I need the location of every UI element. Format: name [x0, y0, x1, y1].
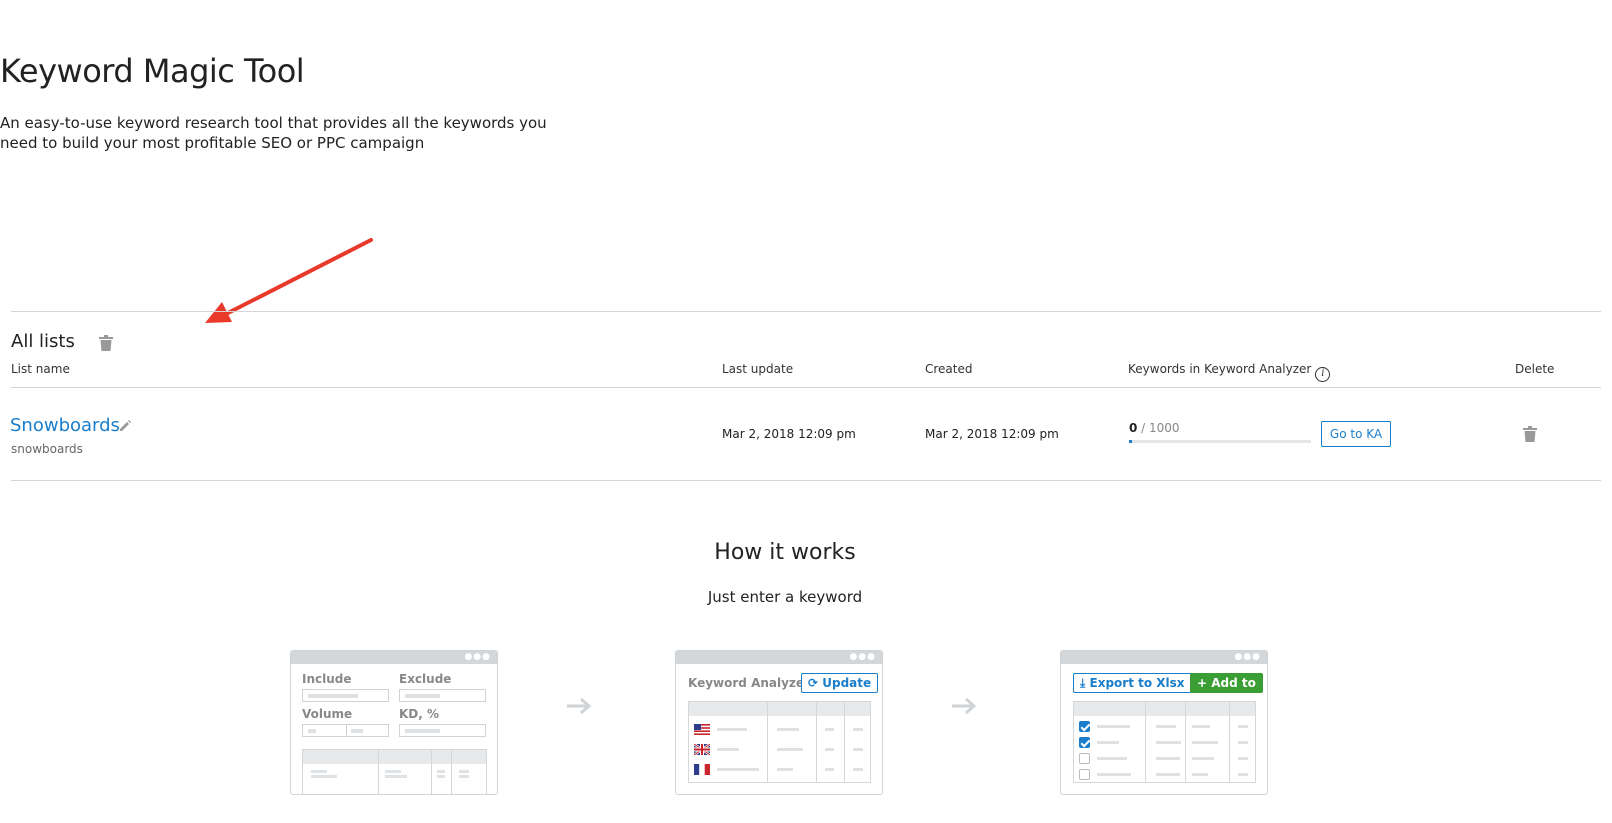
list-name-link[interactable]: Snowboards: [10, 415, 120, 436]
created-value: Mar 2, 2018 12:09 pm: [925, 427, 1059, 441]
lists-heading: All lists: [11, 331, 75, 352]
keyword-analyzer-label: Keyword Analyzer: [688, 676, 810, 690]
list-seed-keyword: snowboards: [11, 442, 83, 456]
how-it-works-subtitle: Just enter a keyword: [707, 588, 863, 606]
arrow-right-icon: [567, 697, 592, 715]
uk-flag-icon: [694, 744, 710, 755]
column-header-delete: Delete: [1515, 362, 1555, 376]
plus-icon: +: [1197, 676, 1208, 690]
pencil-icon[interactable]: [119, 420, 131, 432]
checkbox-icon: [1079, 721, 1090, 732]
exclude-field-mock: [399, 689, 486, 702]
header-divider: [11, 387, 1601, 388]
section-divider: [11, 311, 1601, 312]
how-it-works-title: How it works: [714, 540, 856, 565]
export-label: Export to Xlsx: [1089, 676, 1185, 690]
dots-icon: ●●●: [464, 652, 491, 662]
column-header-last-update[interactable]: Last update: [722, 362, 793, 376]
card-header-bar: ●●●: [1061, 651, 1267, 664]
delete-lists-trash-icon[interactable]: [99, 335, 113, 351]
table-mock: [302, 749, 487, 794]
checkbox-icon: [1079, 769, 1090, 780]
ka-progress-fill: [1129, 440, 1132, 443]
table-mock: [1073, 701, 1256, 783]
download-icon: ⤓: [1080, 676, 1086, 690]
ka-count: 0 / 1000: [1129, 421, 1180, 435]
card-header-bar: ●●●: [676, 651, 882, 664]
checkbox-icon: [1079, 753, 1090, 764]
kd-field-mock: [399, 724, 486, 737]
ka-count-value: 0: [1129, 421, 1138, 435]
update-button-mock: ⟳ Update: [801, 673, 879, 693]
fr-flag-icon: [694, 764, 710, 775]
volume-field-mock: [302, 724, 389, 737]
illustration-card-export: ●●● ⤓ Export to Xlsx + Add to: [1060, 650, 1268, 795]
column-header-created[interactable]: Created: [925, 362, 973, 376]
volume-label: Volume: [302, 707, 353, 721]
column-header-keywords-in-ka: Keywords in Keyword Analyzer i: [1128, 362, 1331, 382]
add-to-label: Add to: [1211, 676, 1256, 690]
dots-icon: ●●●: [1234, 652, 1261, 662]
table-mock: [688, 701, 871, 783]
checkbox-icon: [1079, 737, 1090, 748]
illustration-card-keyword-analyzer: ●●● Keyword Analyzer ⟳ Update: [675, 650, 883, 795]
last-update-value: Mar 2, 2018 12:09 pm: [722, 427, 856, 441]
column-header-keywords-in-ka-label: Keywords in Keyword Analyzer: [1128, 362, 1312, 376]
add-to-button-mock: + Add to: [1190, 673, 1263, 693]
include-label: Include: [302, 672, 352, 686]
ka-progress-bar: [1129, 440, 1311, 443]
include-field-mock: [302, 689, 389, 702]
kd-label: KD, %: [399, 707, 440, 721]
arrow-right-icon: [952, 697, 977, 715]
column-header-list-name: List name: [11, 362, 70, 376]
dots-icon: ●●●: [849, 652, 876, 662]
annotation-arrow: [205, 238, 373, 323]
illustration-card-filters: ●●● Include Exclude Volume KD, %: [290, 650, 498, 795]
ka-limit-value: 1000: [1149, 421, 1180, 435]
us-flag-icon: [694, 724, 710, 735]
card-header-bar: ●●●: [291, 651, 497, 664]
update-label: Update: [822, 676, 872, 690]
delete-row-trash-icon[interactable]: [1523, 426, 1537, 442]
export-button-mock: ⤓ Export to Xlsx: [1073, 673, 1192, 693]
row-divider: [11, 480, 1601, 481]
go-to-ka-button[interactable]: Go to KA: [1321, 421, 1391, 447]
info-icon[interactable]: i: [1315, 367, 1331, 382]
exclude-label: Exclude: [399, 672, 452, 686]
refresh-icon: ⟳: [808, 676, 819, 690]
